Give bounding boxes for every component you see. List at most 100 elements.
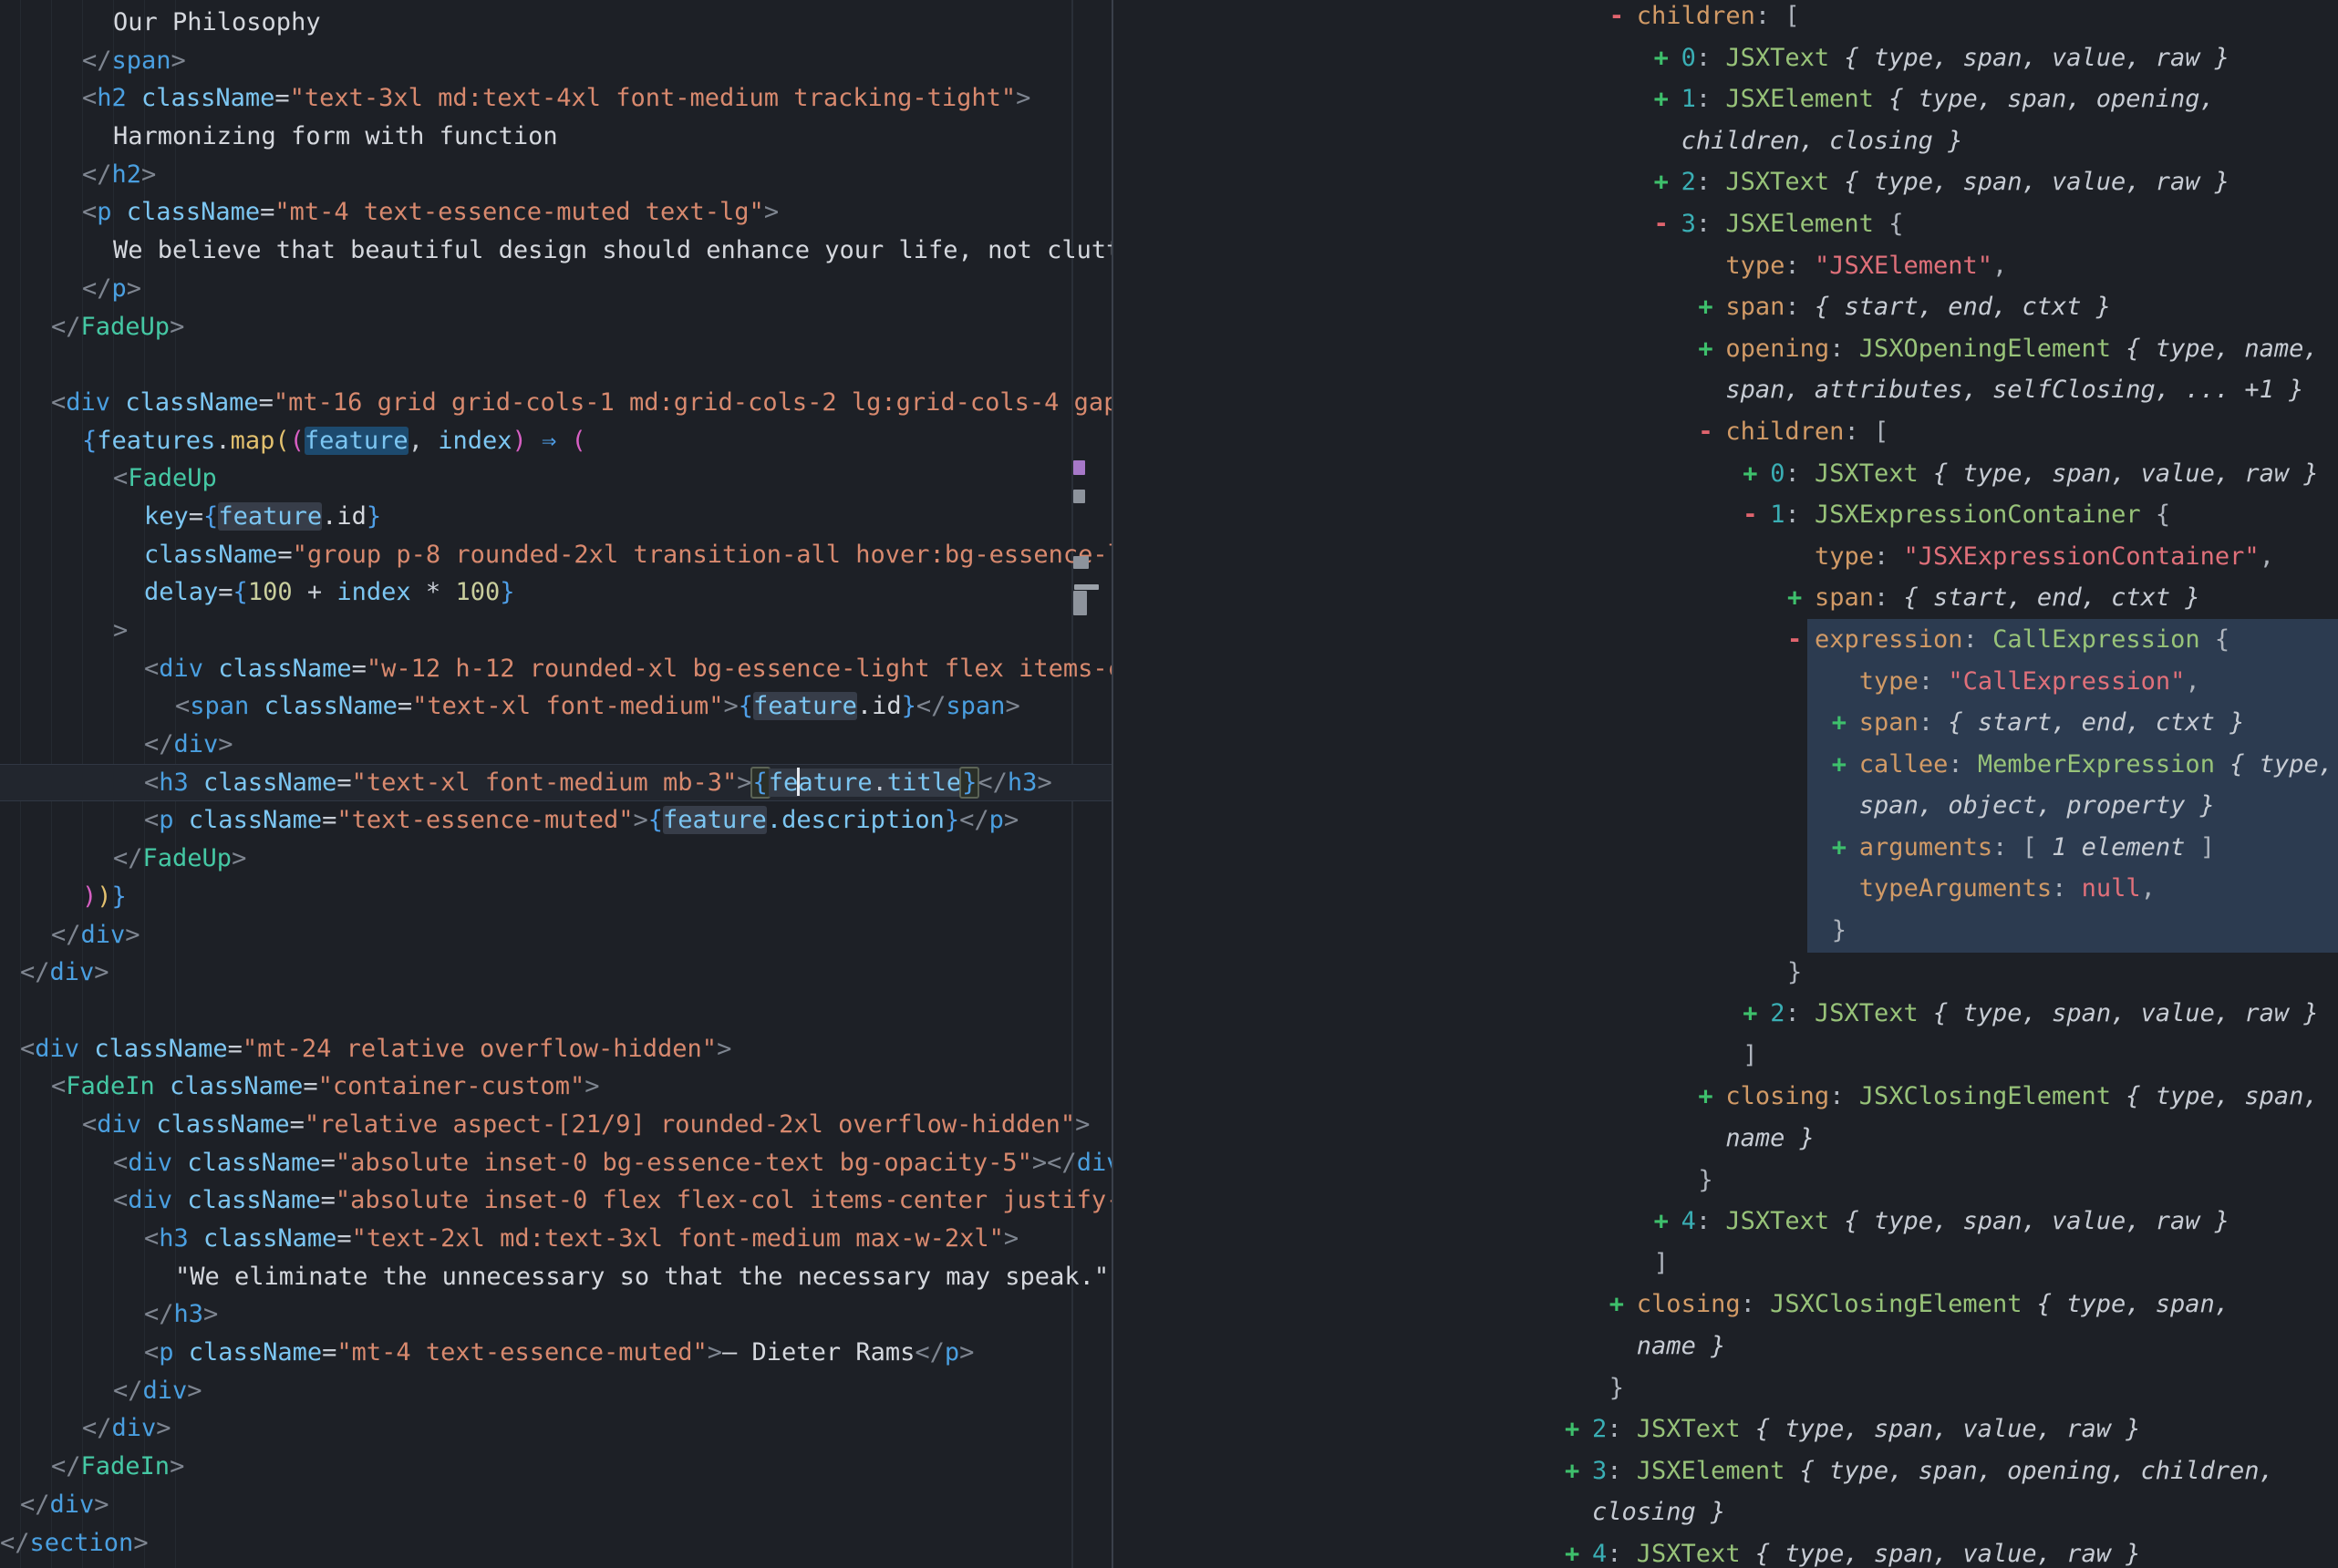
expand-plus-icon[interactable]: + — [1698, 1076, 1725, 1118]
expand-plus-icon[interactable]: + — [1565, 1408, 1592, 1450]
ast-line[interactable]: +3: JSXElement { type, span, opening, ch… — [1113, 1450, 2338, 1492]
ast-line[interactable]: +2: JSXText { type, span, value, raw } — [1113, 993, 2338, 1035]
ast-line[interactable]: +callee: MemberExpression { type, — [1113, 744, 2338, 786]
expand-plus-icon[interactable]: + — [1565, 1450, 1592, 1492]
expand-plus-icon[interactable]: + — [1832, 744, 1859, 786]
ast-line[interactable]: +opening: JSXOpeningElement { type, name… — [1113, 328, 2338, 370]
ast-line[interactable]: ] — [1113, 1243, 2338, 1284]
ast-line[interactable]: +arguments: [ 1 element ] — [1113, 827, 2338, 869]
code-line[interactable]: className="group p-8 rounded-2xl transit… — [0, 536, 1112, 574]
code-line[interactable]: {features.map((feature, index) ⇒ ( — [0, 422, 1112, 460]
code-line[interactable]: </h2> — [0, 156, 1112, 194]
expand-plus-icon[interactable]: + — [1743, 993, 1770, 1035]
code-line[interactable]: <h2 className="text-3xl md:text-4xl font… — [0, 79, 1112, 118]
expand-plus-icon[interactable]: + — [1832, 702, 1859, 744]
code-line[interactable]: </FadeUp> — [0, 840, 1112, 878]
expand-plus-icon[interactable]: + — [1743, 453, 1770, 495]
code-line[interactable]: key={feature.id} — [0, 498, 1112, 536]
collapse-minus-icon[interactable]: - — [1698, 411, 1725, 453]
ast-line[interactable]: +closing: JSXClosingElement { type, span… — [1113, 1076, 2338, 1118]
pane-divider[interactable] — [1112, 0, 1113, 1568]
code-editor-pane[interactable]: Our Philosophy</span><h2 className="text… — [0, 0, 1112, 1568]
expand-plus-icon[interactable]: + — [1698, 328, 1725, 370]
code-line[interactable]: <p className="mt-4 text-essence-muted te… — [0, 193, 1112, 232]
code-line[interactable]: <FadeIn className="container-custom"> — [0, 1068, 1112, 1106]
code-line[interactable]: <span className="text-xl font-medium">{f… — [0, 687, 1112, 726]
code-line[interactable]: </p> — [0, 270, 1112, 308]
code-lines[interactable]: Our Philosophy</span><h2 className="text… — [0, 4, 1112, 1562]
code-line[interactable]: <h3 className="text-2xl md:text-3xl font… — [0, 1220, 1112, 1258]
ast-lines[interactable]: -children: [+0: JSXText { type, span, va… — [1113, 0, 2338, 1568]
collapse-minus-icon[interactable]: - — [1609, 0, 1637, 37]
code-line[interactable]: <FadeUp — [0, 459, 1112, 498]
ast-line[interactable]: } — [1113, 952, 2338, 994]
expand-plus-icon[interactable]: + — [1609, 1284, 1637, 1326]
ast-line[interactable]: +0: JSXText { type, span, value, raw } — [1113, 453, 2338, 495]
ast-line[interactable]: -expression: CallExpression { — [1113, 619, 2338, 661]
ast-line[interactable]: +2: JSXText { type, span, value, raw } — [1113, 161, 2338, 203]
code-line[interactable]: Harmonizing form with function — [0, 118, 1112, 156]
code-line[interactable]: <div className="absolute inset-0 bg-esse… — [0, 1144, 1112, 1182]
ast-line[interactable]: +span: { start, end, ctxt } — [1113, 702, 2338, 744]
collapse-minus-icon[interactable]: - — [1654, 203, 1681, 245]
ast-line[interactable]: } — [1113, 1367, 2338, 1409]
expand-plus-icon[interactable]: + — [1654, 1201, 1681, 1243]
overview-ruler-mark[interactable] — [1073, 460, 1085, 475]
overview-ruler-mark[interactable] — [1073, 591, 1087, 615]
overview-ruler-mark[interactable] — [1074, 584, 1099, 590]
expand-plus-icon[interactable]: + — [1654, 78, 1681, 120]
ast-line[interactable]: } — [1113, 910, 2338, 952]
code-line[interactable]: <div className="mt-16 grid grid-cols-1 m… — [0, 384, 1112, 422]
ast-line[interactable]: +1: JSXElement { type, span, opening, — [1113, 78, 2338, 120]
ast-line[interactable]: span, object, property } — [1113, 785, 2338, 827]
ast-line[interactable]: +span: { start, end, ctxt } — [1113, 577, 2338, 619]
code-line[interactable]: </div> — [0, 916, 1112, 954]
code-line[interactable]: We believe that beautiful design should … — [0, 232, 1112, 270]
ast-line[interactable]: } — [1113, 1160, 2338, 1202]
code-line[interactable]: <div className="relative aspect-[21/9] r… — [0, 1106, 1112, 1144]
code-line[interactable]: ))} — [0, 878, 1112, 916]
code-line[interactable]: </section> — [0, 1524, 1112, 1563]
code-line[interactable]: </div> — [0, 1372, 1112, 1410]
ast-line[interactable]: type: "CallExpression", — [1113, 661, 2338, 703]
overview-ruler-mark[interactable] — [1073, 490, 1085, 503]
ast-line[interactable]: name } — [1113, 1326, 2338, 1367]
code-line[interactable]: </FadeIn> — [0, 1448, 1112, 1486]
ast-line[interactable]: span, attributes, selfClosing, ... +1 } — [1113, 369, 2338, 411]
expand-plus-icon[interactable]: + — [1698, 286, 1725, 328]
code-line[interactable]: Our Philosophy — [0, 4, 1112, 42]
code-line[interactable]: </FadeUp> — [0, 308, 1112, 346]
ast-line[interactable]: -children: [ — [1113, 0, 2338, 37]
ast-line[interactable]: type: "JSXElement", — [1113, 245, 2338, 287]
code-line[interactable]: > — [0, 612, 1112, 650]
code-line[interactable]: </div> — [0, 954, 1112, 992]
ast-line[interactable]: name } — [1113, 1118, 2338, 1160]
ast-line[interactable]: +closing: JSXClosingElement { type, span… — [1113, 1284, 2338, 1326]
ast-line[interactable]: typeArguments: null, — [1113, 868, 2338, 910]
code-line[interactable] — [0, 346, 1112, 384]
ast-line[interactable]: closing } — [1113, 1491, 2338, 1533]
code-line[interactable]: <p className="text-essence-muted">{featu… — [0, 801, 1112, 840]
ast-line[interactable]: -3: JSXElement { — [1113, 203, 2338, 245]
code-line[interactable] — [0, 992, 1112, 1030]
ast-line[interactable]: +4: JSXText { type, span, value, raw } — [1113, 1201, 2338, 1243]
collapse-minus-icon[interactable]: - — [1743, 494, 1770, 536]
code-line[interactable]: <div className="mt-24 relative overflow-… — [0, 1030, 1112, 1068]
expand-plus-icon[interactable]: + — [1654, 161, 1681, 203]
code-line[interactable]: </span> — [0, 42, 1112, 80]
expand-plus-icon[interactable]: + — [1787, 577, 1815, 619]
ast-tree-pane[interactable]: -children: [+0: JSXText { type, span, va… — [1113, 0, 2338, 1568]
code-line[interactable]: <div className="absolute inset-0 flex fl… — [0, 1181, 1112, 1220]
code-line[interactable]: </h3> — [0, 1295, 1112, 1334]
collapse-minus-icon[interactable]: - — [1787, 619, 1815, 661]
ast-line[interactable]: type: "JSXExpressionContainer", — [1113, 536, 2338, 578]
ast-line[interactable]: +2: JSXText { type, span, value, raw } — [1113, 1408, 2338, 1450]
ast-line[interactable]: -children: [ — [1113, 411, 2338, 453]
overview-ruler-mark[interactable] — [1073, 556, 1089, 569]
code-line[interactable]: <div className="w-12 h-12 rounded-xl bg-… — [0, 650, 1112, 688]
ast-line[interactable]: ] — [1113, 1035, 2338, 1077]
expand-plus-icon[interactable]: + — [1565, 1533, 1592, 1568]
code-line[interactable]: <p className="mt-4 text-essence-muted">—… — [0, 1334, 1112, 1372]
code-line[interactable]: </div> — [0, 1409, 1112, 1448]
ast-line[interactable]: children, closing } — [1113, 120, 2338, 162]
